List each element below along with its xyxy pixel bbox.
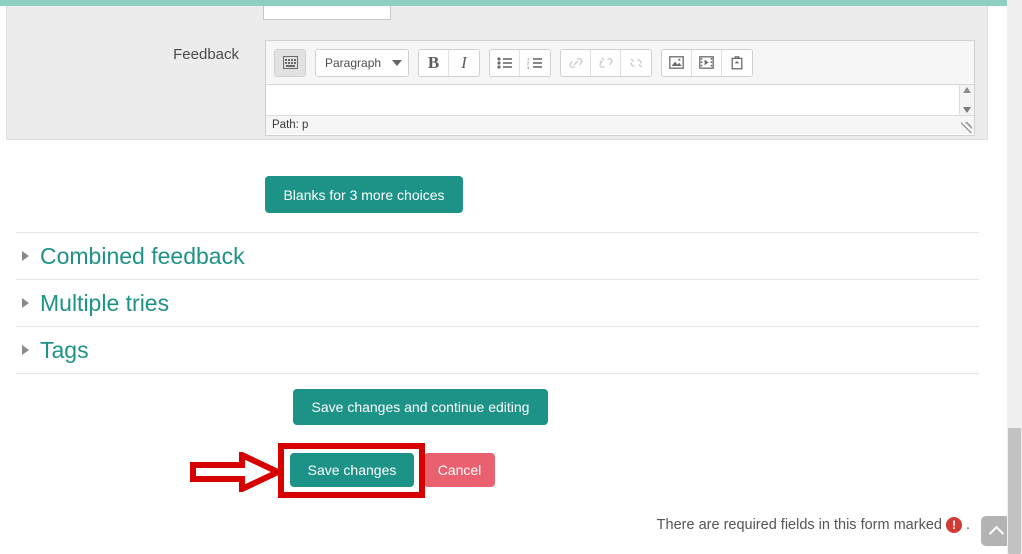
blanks-for-more-choices-button[interactable]: Blanks for 3 more choices	[265, 176, 463, 213]
keyboard-grid-icon[interactable]	[275, 49, 305, 76]
toolbar-group-toggle	[274, 48, 306, 77]
section-title: Multiple tries	[40, 289, 170, 316]
toolbar-group-lists: 1 2 3	[489, 48, 551, 77]
triangle-right-icon	[22, 345, 29, 355]
save-and-continue-button[interactable]: Save changes and continue editing	[293, 389, 548, 425]
editor-resize-grip[interactable]	[961, 122, 972, 133]
chevron-up-icon	[988, 525, 1004, 541]
section-tags[interactable]: Tags	[16, 326, 979, 373]
page-scrollbar-track[interactable]	[1007, 0, 1022, 554]
feedback-form-panel: Feedback Paragraph B I 1 2 3 Path: p	[6, 6, 988, 140]
svg-text:3: 3	[527, 64, 530, 68]
triangle-right-icon	[22, 251, 29, 261]
bold-icon[interactable]: B	[419, 49, 449, 76]
clipped-text-input-above[interactable]	[263, 6, 391, 20]
section-divider	[16, 373, 979, 374]
format-select-value: Paragraph	[325, 55, 382, 70]
required-fields-text: There are required fields in this form m…	[656, 517, 942, 533]
toolbar-group-style: B I	[418, 48, 480, 77]
ordered-list-icon[interactable]: 1 2 3	[520, 49, 550, 76]
toolbar-group-media	[661, 48, 753, 77]
editor-status-bar: Path: p	[266, 115, 974, 134]
broken-link-icon[interactable]	[591, 49, 621, 76]
feedback-rich-text-editor[interactable]: Paragraph B I 1 2 3 Path: p	[265, 40, 975, 136]
arrow-right-outline-icon	[190, 452, 282, 492]
unlink-icon[interactable]	[621, 49, 651, 76]
cancel-button[interactable]: Cancel	[424, 453, 495, 487]
image-icon[interactable]	[662, 49, 692, 76]
chevron-down-icon	[392, 59, 402, 66]
link-icon[interactable]	[561, 49, 591, 76]
section-title: Combined feedback	[40, 242, 245, 269]
section-title: Tags	[40, 336, 89, 363]
editor-content-area[interactable]	[266, 85, 974, 115]
section-multiple-tries[interactable]: Multiple tries	[16, 279, 979, 326]
feedback-field-label: Feedback	[173, 46, 239, 63]
editor-vertical-scrollbar[interactable]	[959, 85, 974, 115]
required-fields-note: There are required fields in this form m…	[640, 517, 970, 533]
folder-upload-icon[interactable]	[722, 49, 752, 76]
required-exclamation-icon: !	[945, 517, 962, 533]
editor-path-label: Path: p	[272, 119, 309, 131]
section-combined-feedback[interactable]: Combined feedback	[16, 232, 979, 279]
triangle-right-icon	[22, 298, 29, 308]
format-select[interactable]: Paragraph	[316, 49, 408, 76]
unordered-list-icon[interactable]	[490, 49, 520, 76]
film-icon[interactable]	[692, 49, 722, 76]
required-note-suffix: .	[965, 517, 970, 533]
toolbar-group-format: Paragraph	[315, 48, 409, 77]
page-root: Feedback Paragraph B I 1 2 3 Path: p Bla…	[0, 0, 1022, 554]
page-scrollbar-thumb[interactable]	[1008, 428, 1021, 554]
scroll-down-arrow-icon[interactable]	[963, 107, 971, 113]
scroll-up-arrow-icon[interactable]	[963, 87, 971, 93]
editor-toolbar: Paragraph B I 1 2 3	[266, 41, 974, 85]
italic-icon[interactable]: I	[449, 49, 479, 76]
toolbar-group-links	[560, 48, 652, 77]
save-changes-button[interactable]: Save changes	[290, 453, 414, 487]
